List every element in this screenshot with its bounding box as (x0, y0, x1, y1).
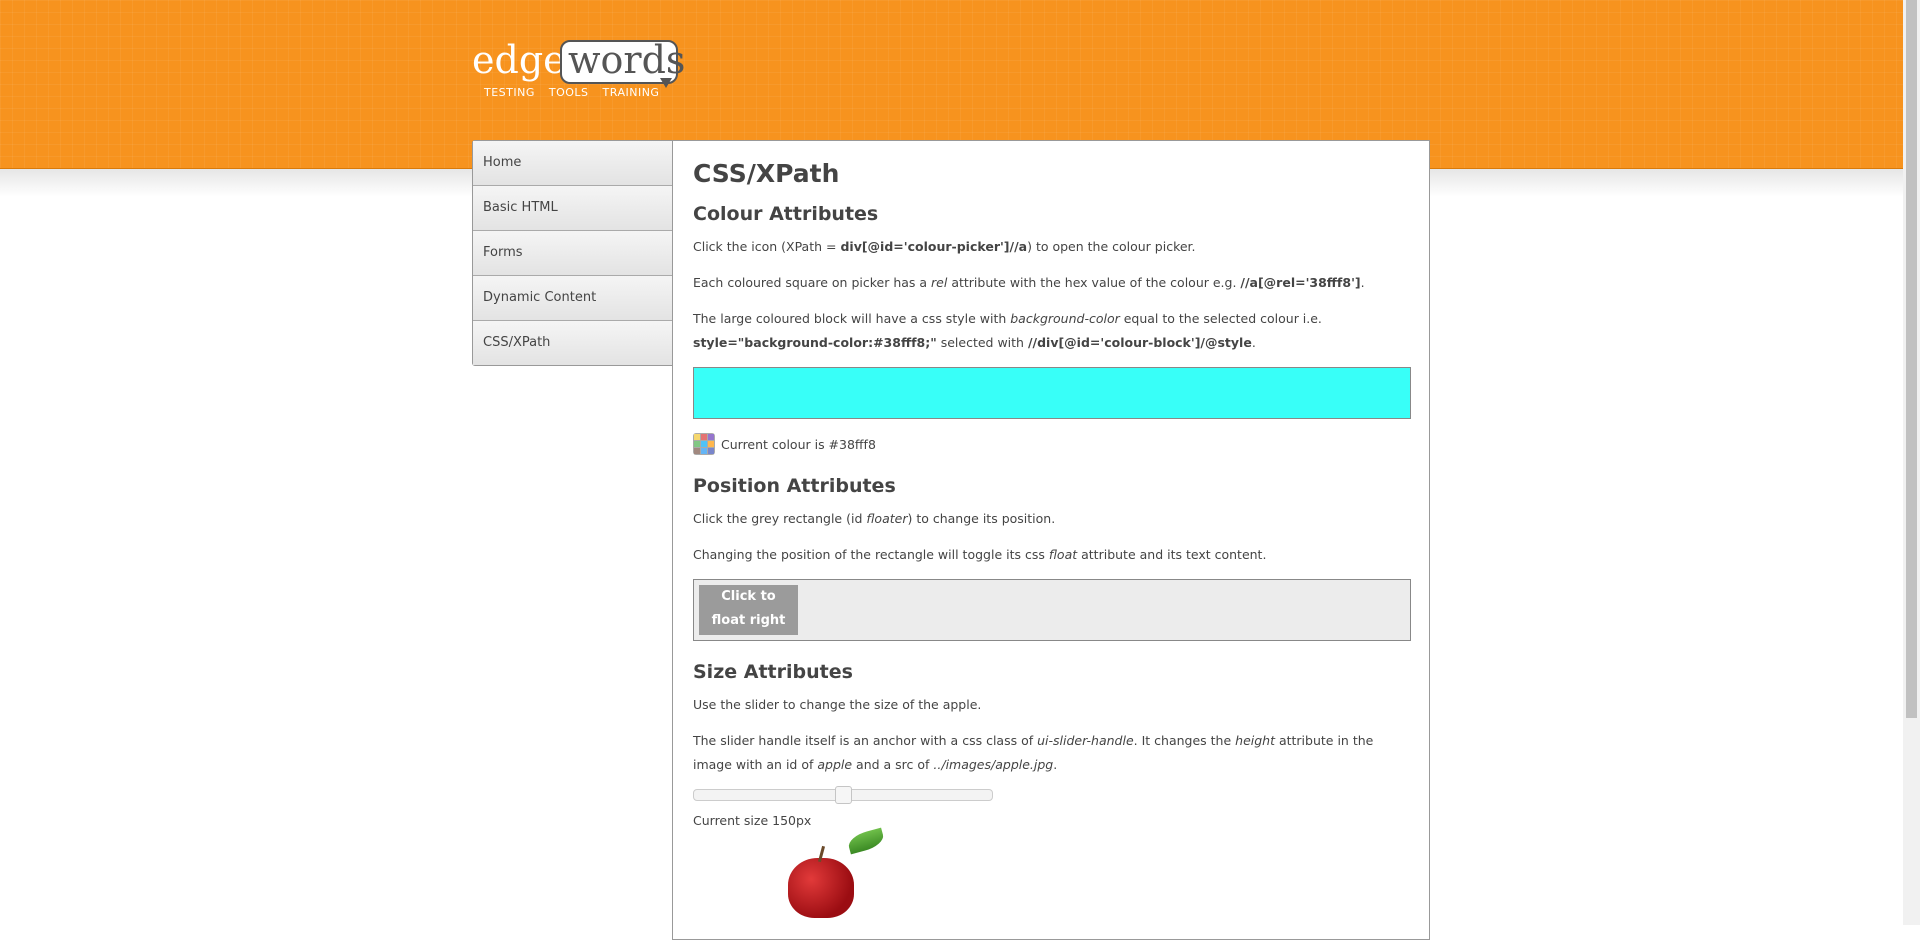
text: Click the icon (XPath = (693, 239, 841, 254)
style-code: style="background-color:#38fff8;" (693, 335, 937, 350)
text: equal to the selected colour i.e. (1119, 311, 1322, 326)
sidebar-item-css-xpath[interactable]: CSS/XPath (473, 321, 673, 365)
xpath-code: div[@id='colour-picker']//a (840, 239, 1028, 254)
floater-rectangle[interactable]: Click to float right (699, 585, 798, 635)
position-attributes-heading: Position Attributes (693, 475, 896, 497)
current-colour-label: Current colour is #38fff8 (721, 436, 876, 452)
text: . It changes the (1133, 733, 1236, 748)
emphasis: height (1235, 733, 1275, 748)
text: Changing the position of the rectangle w… (693, 547, 1049, 562)
emphasis: ui-slider-handle (1037, 733, 1134, 748)
xpath-code: //div[@id='colour-block']/@style (1027, 335, 1252, 350)
sidebar-item-dynamic-content[interactable]: Dynamic Content (473, 276, 673, 321)
floater-line-2: float right (711, 613, 786, 628)
size-instructions-1: Use the slider to change the size of the… (693, 697, 982, 712)
colour-attributes-heading: Colour Attributes (693, 203, 879, 225)
logo-edge-text: edge (472, 38, 566, 82)
current-size-label: Current size 150px (693, 813, 812, 828)
text: The slider handle itself is an anchor wi… (693, 733, 1038, 748)
text: attribute and its text content. (1077, 547, 1267, 562)
tagline-tools: TOOLS (548, 86, 589, 99)
text: . (1360, 275, 1365, 290)
text: The large coloured block will have a css… (693, 311, 1011, 326)
text: ) to change its position. (907, 511, 1056, 526)
xpath-code: //a[@rel='38fff8'] (1240, 275, 1361, 290)
apple-leaf (846, 827, 886, 855)
size-instructions-2: The slider handle itself is an anchor wi… (693, 729, 1409, 777)
colour-block (693, 367, 1411, 419)
emphasis: float (1048, 547, 1078, 562)
text: and a src of (852, 757, 934, 772)
tagline-training: TRAINING (602, 86, 660, 99)
page-title: CSS/XPath (693, 159, 840, 188)
apple-image (788, 827, 908, 918)
position-instructions-2: Changing the position of the rectangle w… (693, 543, 1409, 567)
emphasis: apple (817, 757, 853, 772)
text: Click the grey rectangle (id (693, 511, 867, 526)
sidebar-nav: Home Basic HTML Forms Dynamic Content CS… (472, 140, 674, 366)
emphasis: ../images/apple.jpg (933, 757, 1054, 772)
scrollbar-thumb[interactable] (1906, 0, 1917, 718)
emphasis: rel (931, 275, 948, 290)
colour-instructions-1: Click the icon (XPath = div[@id='colour-… (693, 235, 1409, 259)
text: ) to open the colour picker. (1027, 239, 1196, 254)
sidebar-item-basic-html[interactable]: Basic HTML (473, 186, 673, 231)
floater-line-1: Click to (721, 589, 776, 604)
colour-instructions-2: Each coloured square on picker has a rel… (693, 271, 1409, 295)
sidebar-item-forms[interactable]: Forms (473, 231, 673, 276)
tagline-testing: TESTING (484, 86, 535, 99)
text: selected with (936, 335, 1028, 350)
colour-instructions-3: The large coloured block will have a css… (693, 307, 1409, 355)
float-container: Click to float right (693, 579, 1411, 641)
text: . (1251, 335, 1256, 350)
slider-handle[interactable] (835, 786, 852, 804)
emphasis: floater (866, 511, 908, 526)
emphasis: background-color (1010, 311, 1120, 326)
text: attribute with the hex value of the colo… (947, 275, 1241, 290)
text: . (1053, 757, 1058, 772)
sidebar-item-home[interactable]: Home (473, 141, 673, 186)
size-attributes-heading: Size Attributes (693, 661, 853, 683)
logo-tagline: TESTING TOOLS TRAINING (484, 86, 669, 99)
size-slider[interactable] (693, 786, 993, 804)
colour-picker: Current colour is #38fff8 (693, 433, 1409, 455)
edgewords-logo[interactable]: edge words TESTING TOOLS TRAINING (472, 36, 686, 100)
position-instructions-1: Click the grey rectangle (id floater) to… (693, 507, 1409, 531)
page-scrollbar[interactable] (1903, 0, 1920, 925)
apple-body (788, 858, 854, 918)
colour-picker-icon[interactable] (693, 433, 715, 455)
logo-words-text: words (568, 38, 686, 82)
text: Each coloured square on picker has a (693, 275, 932, 290)
main-content: CSS/XPath Colour Attributes Click the ic… (672, 140, 1430, 940)
